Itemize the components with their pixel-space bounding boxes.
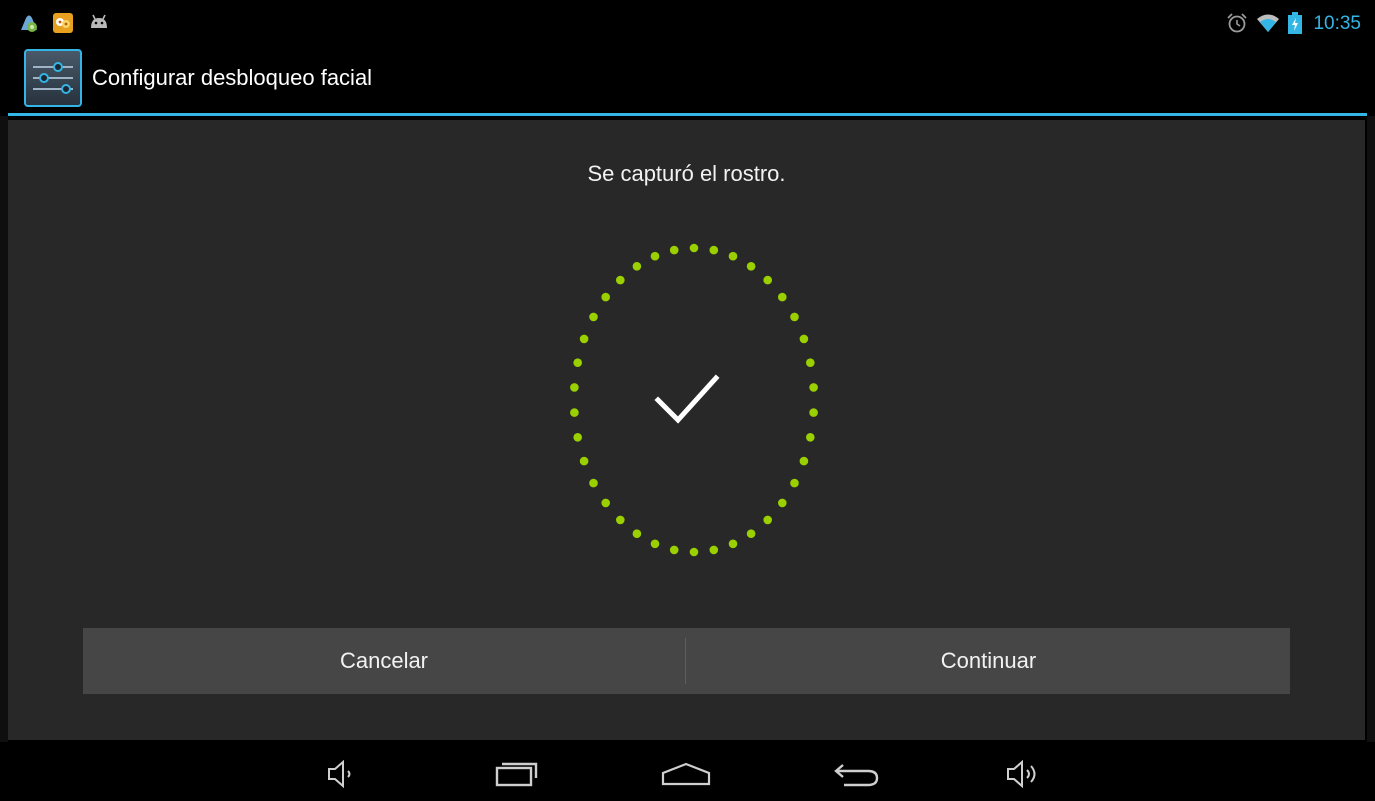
face-ring-dot [728, 539, 738, 549]
volume-up-icon[interactable] [1000, 754, 1056, 794]
face-ring-dot [669, 545, 679, 555]
face-ring-dot [778, 292, 787, 302]
settings-sliders-icon[interactable] [24, 49, 82, 107]
face-ring-dot [632, 262, 642, 271]
face-ring-dot [809, 383, 818, 392]
navigation-bar [0, 742, 1375, 801]
face-ring-dot [790, 478, 799, 488]
home-icon[interactable] [658, 754, 714, 794]
chat-app-icon [52, 12, 74, 34]
action-bar: Configurar desbloqueo facial [0, 42, 1375, 114]
face-ring-dot [616, 515, 625, 525]
face-ring-dot [799, 456, 809, 466]
status-bar: 10:35 [0, 0, 1375, 42]
content-edge [1367, 116, 1375, 742]
face-ring-dot [573, 358, 582, 367]
checkmark-icon [654, 374, 720, 424]
face-ring-dot [790, 312, 799, 322]
recent-apps-icon[interactable] [488, 754, 544, 794]
face-ring-dot [579, 334, 589, 344]
face-ring-dot [763, 515, 772, 525]
face-ring-dot [601, 292, 610, 302]
action-bar-divider [8, 113, 1367, 116]
face-unlock-setup-panel: Se capturó el rostro. Cancelar Continuar [8, 120, 1365, 740]
face-ring-dot [650, 251, 660, 261]
page-title: Configurar desbloqueo facial [92, 65, 373, 90]
back-icon[interactable] [828, 754, 884, 794]
face-capture-ring [570, 243, 818, 557]
capture-status-message: Se capturó el rostro. [587, 161, 786, 186]
volume-down-icon[interactable] [315, 754, 371, 794]
face-ring-dot [778, 498, 787, 508]
button-bar: Cancelar Continuar [83, 628, 1290, 694]
face-ring-dot [806, 358, 815, 367]
face-ring-dot [746, 529, 756, 538]
face-ring-dot [809, 408, 818, 417]
face-ring-dot [689, 243, 699, 253]
button-divider [685, 638, 686, 684]
continue-button[interactable]: Continuar [687, 628, 1290, 694]
face-ring-dot [570, 383, 579, 392]
status-clock: 10:35 [1313, 13, 1361, 34]
face-ring-dot [579, 456, 589, 466]
alarm-icon [1226, 12, 1248, 34]
app-notification-icon [18, 12, 40, 34]
face-ring-dot [763, 275, 772, 285]
face-ring-dot [669, 245, 679, 255]
face-ring-dot [799, 334, 809, 344]
face-ring-dot [589, 312, 598, 322]
face-ring-dot [689, 547, 699, 557]
wifi-icon [1256, 12, 1279, 34]
face-ring-dot [573, 433, 582, 442]
android-debug-icon [88, 12, 110, 34]
face-ring-dot [806, 433, 815, 442]
face-ring-dot [650, 539, 660, 549]
face-ring-dot [709, 245, 719, 255]
face-ring-dot [601, 498, 610, 508]
face-ring-dot [728, 251, 738, 261]
battery-charging-icon [1288, 12, 1310, 34]
face-ring-dot [589, 478, 598, 488]
face-ring-dot [709, 545, 719, 555]
face-ring-dot [746, 262, 756, 271]
cancel-button[interactable]: Cancelar [83, 628, 685, 694]
face-ring-dot [632, 529, 642, 538]
face-ring-dot [616, 275, 625, 285]
face-ring-dot [570, 408, 579, 417]
content-edge [0, 116, 8, 742]
android-screen: 10:35 Configurar desbloqueo facial Se ca… [0, 0, 1375, 801]
